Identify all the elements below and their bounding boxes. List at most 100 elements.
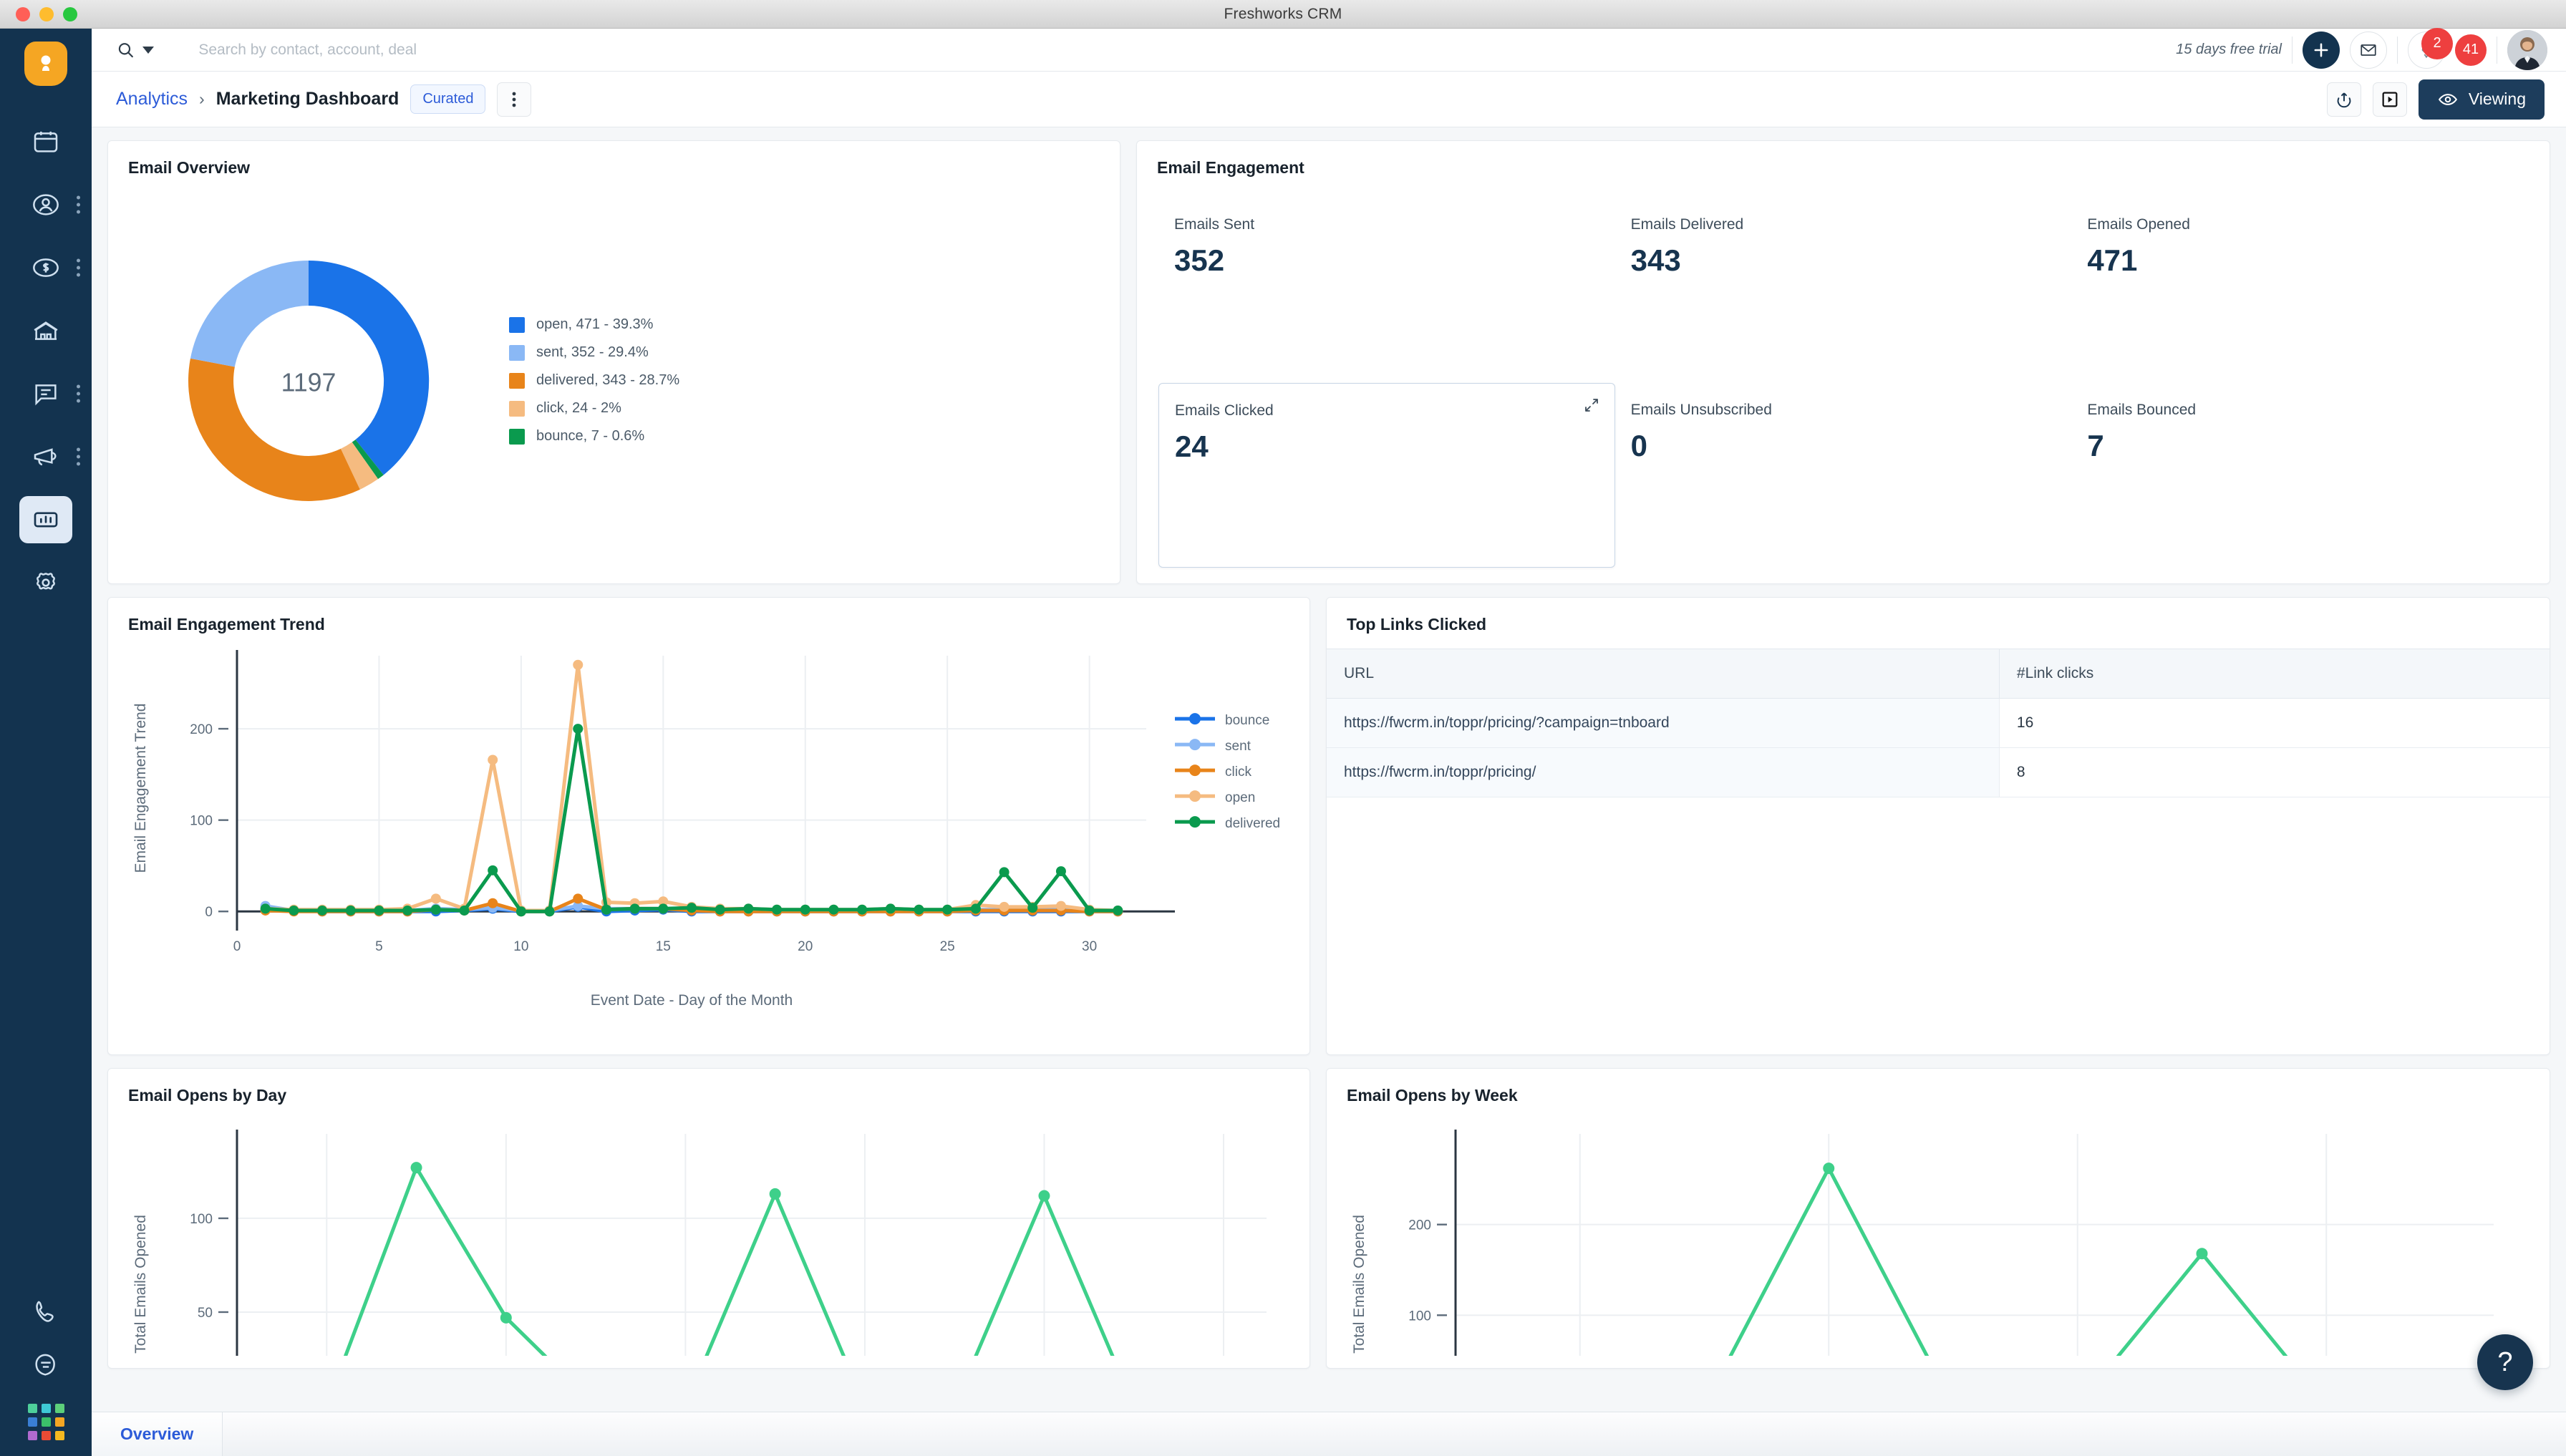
svg-text:Total Emails Opened: Total Emails Opened <box>132 1215 149 1354</box>
column-header-link-clicks[interactable]: #Link clicks <box>1998 649 2550 699</box>
legend-item[interactable]: delivered, 343 - 28.7% <box>509 372 679 389</box>
rocket-button[interactable]: 2 <box>2408 27 2453 69</box>
slice-sent[interactable] <box>190 260 309 367</box>
sidebar-item-conversations[interactable] <box>0 362 92 425</box>
kpi-label: Emails Sent <box>1174 216 1255 233</box>
svg-text:delivered: delivered <box>1225 816 1280 831</box>
column-header-url[interactable]: URL <box>1327 649 2000 699</box>
svg-text:25: 25 <box>940 939 955 954</box>
phone-icon[interactable] <box>32 1298 60 1326</box>
kpi-emails-sent[interactable]: Emails Sent 352 <box>1158 198 1615 383</box>
dashboard-more-button[interactable] <box>497 82 532 117</box>
cell-clicks: 16 <box>1998 698 2550 748</box>
curated-badge: Curated <box>410 84 486 114</box>
viewing-mode-button[interactable]: Viewing <box>2418 79 2545 120</box>
kpi-value: 343 <box>1630 243 1681 277</box>
card-top-links-clicked: Top Links Clicked URL #Link clicks https… <box>1326 597 2550 1055</box>
opens-by-day-chart[interactable]: 50 100 Total Emails Opened <box>108 1105 1309 1356</box>
legend-label-open: open, 471 - 39.3% <box>536 316 654 332</box>
chat-icon[interactable] <box>32 1351 60 1379</box>
legend-item[interactable]: click, 24 - 2% <box>509 400 679 417</box>
cell-url[interactable]: https://fwcrm.in/toppr/pricing/?campaign… <box>1327 698 2000 748</box>
tab-overview[interactable]: Overview <box>92 1412 223 1456</box>
legend-label-delivered: delivered, 343 - 28.7% <box>536 372 680 388</box>
freshworks-logo-icon[interactable] <box>24 42 67 86</box>
card-email-engagement: Email Engagement Emails Sent 352 Emails … <box>1136 140 2550 584</box>
card-title-opens-week: Email Opens by Week <box>1347 1086 1518 1105</box>
mail-button[interactable] <box>2350 31 2387 69</box>
legend-swatch-bounce <box>509 428 525 445</box>
donut-chart[interactable]: 1197 <box>108 230 509 531</box>
legend-item[interactable]: bounce, 7 - 0.6% <box>509 428 679 445</box>
svg-text:bounce: bounce <box>1225 713 1269 728</box>
share-button[interactable] <box>2326 82 2361 117</box>
breadcrumb-analytics-link[interactable]: Analytics <box>116 89 188 110</box>
sidebar-item-accounts[interactable] <box>0 299 92 362</box>
dollar-circle-icon <box>33 258 59 277</box>
card-email-opens-by-week: Email Opens by Week 100 200 Total Emails O… <box>1326 1068 2550 1369</box>
sidebar-item-contacts[interactable] <box>0 173 92 236</box>
svg-text:open: open <box>1225 790 1255 805</box>
donut-center-total: 1197 <box>281 368 337 397</box>
svg-text:0: 0 <box>205 905 213 920</box>
kpi-value: 471 <box>2087 243 2138 277</box>
search-input[interactable] <box>161 41 2166 59</box>
kpi-emails-opened[interactable]: Emails Opened 471 <box>2071 198 2528 383</box>
card-title-top-links: Top Links Clicked <box>1347 615 1487 634</box>
search-scope-chevron-down-icon[interactable] <box>142 46 155 54</box>
kebab-menu-icon <box>513 92 516 107</box>
notification-badge[interactable]: 41 <box>2455 34 2487 66</box>
sidebar-kebab-contacts[interactable] <box>77 195 80 214</box>
kpi-value: 7 <box>2087 428 2104 462</box>
user-avatar[interactable] <box>2507 29 2547 70</box>
legend-swatch-sent <box>509 344 525 361</box>
help-button[interactable]: ? <box>2477 1334 2533 1390</box>
viewing-mode-label: Viewing <box>2468 89 2526 108</box>
card-email-engagement-trend: Email Engagement Trend 0 100 200 0 5 10 15 20 25… <box>107 597 1310 1055</box>
table-row[interactable]: https://fwcrm.in/toppr/pricing/?campaign… <box>1327 698 2550 748</box>
gear-icon <box>37 573 55 590</box>
kpi-label: Emails Unsubscribed <box>1630 401 1772 418</box>
kpi-emails-unsubscribed[interactable]: Emails Unsubscribed 0 <box>1615 383 2072 568</box>
legend-swatch-click <box>509 400 525 417</box>
table-header-row: URL #Link clicks <box>1327 649 2550 699</box>
svg-text:click: click <box>1225 765 1251 780</box>
kpi-emails-clicked[interactable]: Emails Clicked 24 <box>1158 382 1615 568</box>
card-title-email-overview: Email Overview <box>128 158 251 177</box>
sidebar-item-analytics[interactable] <box>0 488 92 551</box>
svg-text:200: 200 <box>190 722 213 737</box>
bar-chart-icon <box>34 512 58 528</box>
expand-button[interactable] <box>1577 390 1606 419</box>
table-row[interactable]: https://fwcrm.in/toppr/pricing/ 8 <box>1327 747 2550 797</box>
rocket-badge: 2 <box>2421 27 2453 59</box>
app-grid-icon[interactable] <box>27 1404 64 1440</box>
sidebar-item-settings[interactable] <box>0 551 92 614</box>
svg-text:Event Date - Day of the Month: Event Date - Day of the Month <box>591 992 793 1009</box>
legend-item[interactable]: open, 471 - 39.3% <box>509 316 679 333</box>
present-button[interactable] <box>2372 82 2407 117</box>
cell-url[interactable]: https://fwcrm.in/toppr/pricing/ <box>1327 747 2000 797</box>
svg-text:20: 20 <box>798 939 813 954</box>
sidebar-kebab-deals[interactable] <box>77 258 80 277</box>
sidebar-item-calendar[interactable] <box>0 110 92 173</box>
opens-by-week-chart[interactable]: 100 200 Total Emails Opened <box>1327 1105 2537 1356</box>
donut-legend: open, 471 - 39.3% sent, 352 - 29.4% deli… <box>509 316 679 445</box>
search-icon[interactable] <box>116 40 135 60</box>
kpi-emails-bounced[interactable]: Emails Bounced 7 <box>2071 383 2528 568</box>
global-search[interactable] <box>116 40 2166 60</box>
sidebar-kebab-marketing[interactable] <box>77 447 80 466</box>
envelope-icon <box>2361 44 2376 56</box>
legend-swatch-delivered <box>509 372 525 389</box>
sidebar-kebab-conversations[interactable] <box>77 384 80 403</box>
legend-item[interactable]: sent, 352 - 29.4% <box>509 344 679 361</box>
card-title-email-engagement: Email Engagement <box>1157 158 1304 177</box>
card-email-opens-by-day: Email Opens by Day 50 100 Total Emails Ope… <box>107 1068 1310 1369</box>
dashboard-tab-bar: Overview <box>92 1412 2566 1456</box>
sidebar-item-deals[interactable] <box>0 236 92 299</box>
legend-swatch-open <box>509 316 525 333</box>
divider <box>2397 36 2398 64</box>
sidebar-item-marketing[interactable] <box>0 425 92 488</box>
trend-line-chart[interactable]: 0 100 200 0 5 10 15 20 25 30 Email Engagement Tren… <box>108 634 1309 1035</box>
add-new-button[interactable] <box>2303 31 2340 69</box>
kpi-emails-delivered[interactable]: Emails Delivered 343 <box>1615 198 2072 383</box>
